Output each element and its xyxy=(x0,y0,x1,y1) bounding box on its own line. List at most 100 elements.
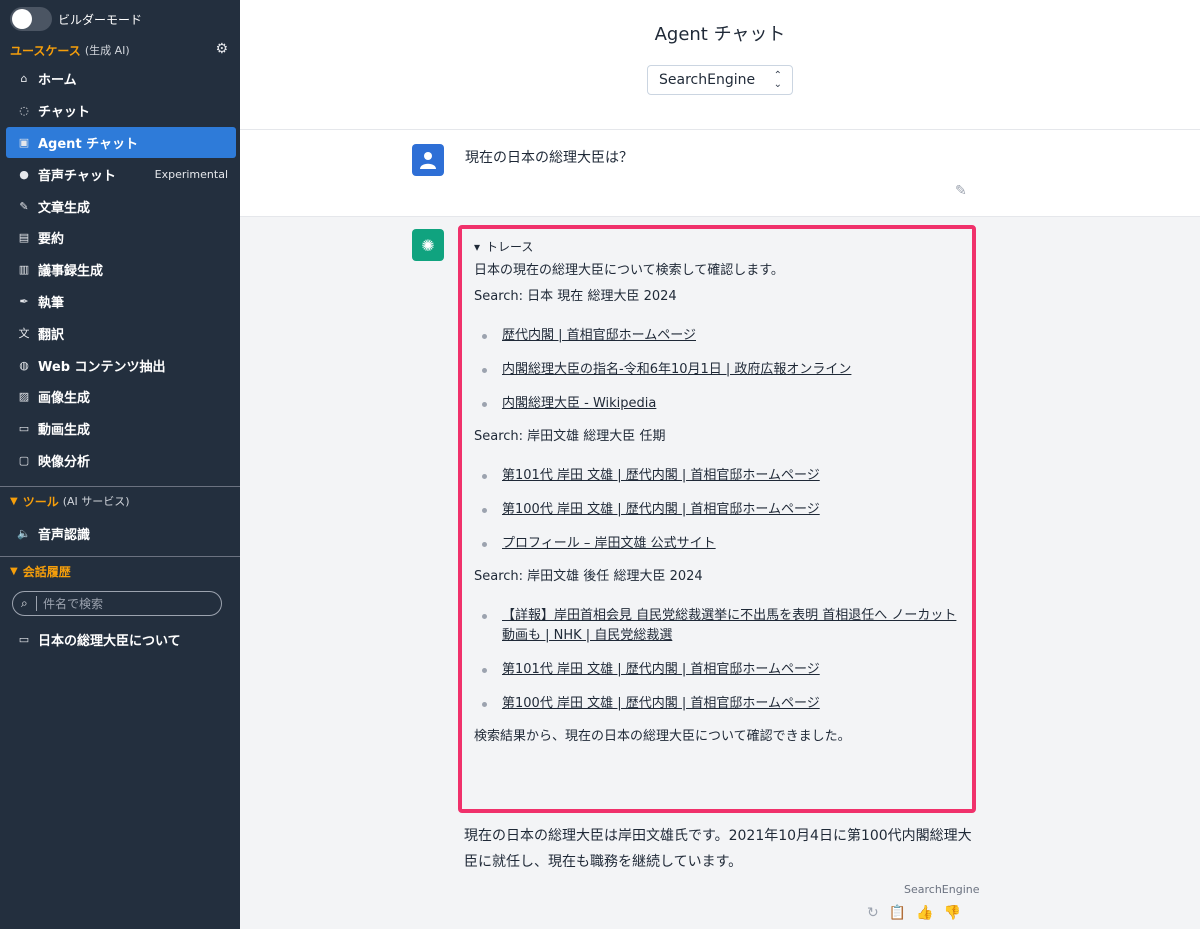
sidebar-item[interactable]: ▨ 画像生成 xyxy=(6,381,236,413)
trace-panel: ▾ トレース 日本の現在の総理大臣について検索して確認します。 Search: … xyxy=(458,225,976,813)
chat-icon: ◌ xyxy=(19,104,29,118)
sidebar-item[interactable]: 文翻訳 xyxy=(6,317,236,349)
sidebar-item[interactable]: ▤ 要約 xyxy=(6,222,236,254)
list-item: 第101代 岸田 文雄 | 歴代内閣 | 首相官邸ホームページ xyxy=(480,466,960,486)
trace-result-link[interactable]: 第100代 岸田 文雄 | 歴代内閣 | 首相官邸ホームページ xyxy=(502,502,820,517)
sidebar-item-label: 映像分析 xyxy=(38,454,91,470)
sidebar-item-label: 動画生成 xyxy=(38,423,91,439)
history-item-label: 日本の総理大臣について xyxy=(38,633,181,649)
usecase-section-sublabel: (生成 AI) xyxy=(84,44,130,57)
brain-icon: ✺ xyxy=(421,235,435,255)
camera-icon: ▢ xyxy=(18,453,30,467)
edit-icon[interactable]: ✎ xyxy=(955,183,967,199)
answer-engine-label: SearchEngine xyxy=(904,883,980,896)
sidebar-item[interactable]: ● 音声チャット Experimental xyxy=(6,158,236,190)
history-section-header[interactable]: ▼ 会話履歴 xyxy=(10,562,230,580)
globe-icon: ◍ xyxy=(19,358,29,372)
divider xyxy=(0,486,240,487)
thumbs-up-icon[interactable]: 👍 xyxy=(916,905,933,921)
trace-conclusion: 検索結果から、現在の日本の総理大臣について確認できました。 xyxy=(474,729,851,744)
speaker-icon: 🔈 xyxy=(17,526,31,540)
sidebar-item[interactable]: ◌ チャット xyxy=(6,95,236,127)
sidebar-item[interactable]: ▥ 議事録生成 xyxy=(6,254,236,286)
page-title: Agent チャット xyxy=(654,24,786,45)
clipboard-icon[interactable]: 📋 xyxy=(889,905,906,921)
trace-search-query: Search: 岸田文雄 総理大臣 任期 xyxy=(474,429,666,444)
list-item: 第100代 岸田 文雄 | 歴代内閣 | 首相官邸ホームページ xyxy=(480,694,960,714)
sidebar-nav: ⌂ ホーム ◌ チャット ▣ Agent チャット ● 音声チャット Experimental ✎… xyxy=(6,63,236,476)
list-item: プロフィール – 岸田文雄 公式サイト xyxy=(480,534,960,554)
sidebar-item[interactable]: ◍ Web コンテンツ抽出 xyxy=(6,349,236,381)
list-item: 【詳報】岸田首相会見 自民党総裁選挙に不出馬を表明 首相退任へ ノーカット動画も… xyxy=(480,606,960,646)
sidebar-item-speech-recognition[interactable]: 🔈 音声認識 xyxy=(16,522,90,544)
trace-result-link[interactable]: 歴代内閣 | 首相官邸ホームページ xyxy=(502,328,696,343)
trace-searches: Search: 日本 現在 総理大臣 2024 歴代内閣 | 首相官邸ホームページ… xyxy=(474,288,960,714)
sidebar-item[interactable]: ▣ Agent チャット xyxy=(6,126,236,159)
sidebar-item-label: ホーム xyxy=(38,73,77,89)
refresh-icon[interactable]: ↻ xyxy=(867,905,879,921)
sidebar-item-label: Web コンテンツ抽出 xyxy=(38,359,166,375)
trace-result-link[interactable]: プロフィール – 岸田文雄 公式サイト xyxy=(502,536,716,551)
tools-section-sublabel: (AI サービス) xyxy=(62,495,130,508)
user-message-row: 現在の日本の総理大臣は？ ✎ xyxy=(240,129,1200,217)
caret-down-icon: ▼ xyxy=(10,565,18,577)
triangle-down-icon: ▾ xyxy=(474,239,481,254)
trace-search-query: Search: 岸田文雄 後任 総理大臣 2024 xyxy=(474,569,703,584)
thumbs-down-icon[interactable]: 👎 xyxy=(944,905,961,921)
history-search[interactable]: ⌕ xyxy=(12,591,222,616)
agent-select[interactable]: SearchEngine ⌃ ⌄ xyxy=(647,65,793,95)
list-item: 第101代 岸田 文雄 | 歴代内閣 | 首相官邸ホームページ xyxy=(480,660,960,680)
sidebar-item[interactable]: ▭ 動画生成 xyxy=(6,413,236,445)
sidebar-item[interactable]: ⌂ ホーム xyxy=(6,63,236,95)
mic-icon: ● xyxy=(19,167,29,181)
sidebar-item-label: 議事録生成 xyxy=(38,264,104,280)
sidebar-item-label: 音声チャット xyxy=(38,168,116,184)
sidebar-item-label: 要約 xyxy=(38,232,65,248)
translate-icon: 文 xyxy=(18,327,30,341)
chevron-updown-icon: ⌃ ⌄ xyxy=(773,70,782,90)
tools-section-header[interactable]: ▼ ツール (AI サービス) xyxy=(10,492,230,510)
minutes-icon: ▥ xyxy=(18,263,30,277)
trace-result-link[interactable]: 内閣総理大臣 - Wikipedia xyxy=(502,396,656,411)
sidebar-item-label: Agent チャット xyxy=(38,136,139,152)
list-item: 第100代 岸田 文雄 | 歴代内閣 | 首相官邸ホームページ xyxy=(480,500,960,520)
trace-result-link[interactable]: 内閣総理大臣の指名-令和6年10月1日 | 政府広報オンライン xyxy=(502,362,851,377)
trace-result-link[interactable]: 【詳報】岸田首相会見 自民党総裁選挙に不出馬を表明 首相退任へ ノーカット動画も… xyxy=(502,608,956,643)
trace-toggle[interactable]: ▾ トレース xyxy=(474,238,960,255)
usecase-section-header: ユースケース (生成 AI) ⚙ xyxy=(10,41,230,59)
trace-result-link[interactable]: 第100代 岸田 文雄 | 歴代内閣 | 首相官邸ホームページ xyxy=(502,696,820,711)
builder-mode-label: ビルダーモード xyxy=(58,12,143,27)
trace-result-link[interactable]: 第101代 岸田 文雄 | 歴代内閣 | 首相官邸ホームページ xyxy=(502,468,820,483)
message-actions: ↻ 📋 👍 👎 xyxy=(867,905,961,921)
sidebar: ビルダーモード ユースケース (生成 AI) ⚙ ⌂ ホーム ◌ チャット ▣ Agent… xyxy=(0,0,240,929)
sidebar-item[interactable]: ✎ 文章生成 xyxy=(6,190,236,222)
trace-result-link[interactable]: 第101代 岸田 文雄 | 歴代内閣 | 首相官邸ホームページ xyxy=(502,662,820,677)
chat-bubble-icon: ▭ xyxy=(18,632,30,646)
trace-intro: 日本の現在の総理大臣について検索して確認します。 xyxy=(474,263,784,278)
tools-section-label: ツール xyxy=(22,494,59,509)
pen-icon: ✒ xyxy=(19,294,29,308)
sidebar-item-label: 画像生成 xyxy=(38,391,91,407)
sidebar-item-label: 執筆 xyxy=(38,295,65,311)
search-icon: ⌕ xyxy=(21,596,37,611)
home-icon: ⌂ xyxy=(20,72,28,86)
history-item[interactable]: ▭ 日本の総理大臣について xyxy=(16,629,181,649)
divider xyxy=(0,556,240,557)
assistant-answer: 現在の日本の総理大臣は岸田文雄氏です。2021年10月4日に第100代内閣総理大… xyxy=(464,828,972,870)
trace-result-list: 歴代内閣 | 首相官邸ホームページ内閣総理大臣の指名-令和6年10月1日 | 政… xyxy=(474,326,960,414)
user-icon xyxy=(420,152,436,169)
user-message-text: 現在の日本の総理大臣は？ xyxy=(465,150,633,166)
sidebar-item[interactable]: ✒ 執筆 xyxy=(6,286,236,318)
pencil-icon: ✎ xyxy=(19,199,29,213)
caret-down-icon: ▼ xyxy=(10,495,18,507)
image-icon: ▨ xyxy=(18,390,30,404)
sidebar-item-badge: Experimental xyxy=(154,167,228,181)
gear-icon[interactable]: ⚙ xyxy=(215,41,228,57)
trace-result-list: 【詳報】岸田首相会見 自民党総裁選挙に不出馬を表明 首相退任へ ノーカット動画も… xyxy=(474,606,960,714)
sidebar-item[interactable]: ▢ 映像分析 xyxy=(6,445,236,477)
trace-result-list: 第101代 岸田 文雄 | 歴代内閣 | 首相官邸ホームページ 第100代 岸田 … xyxy=(474,466,960,554)
builder-mode-toggle[interactable]: ビルダーモード xyxy=(10,7,142,31)
history-search-input[interactable] xyxy=(43,596,203,611)
sidebar-item-label: 翻訳 xyxy=(38,327,65,343)
toggle-switch[interactable] xyxy=(10,7,52,31)
